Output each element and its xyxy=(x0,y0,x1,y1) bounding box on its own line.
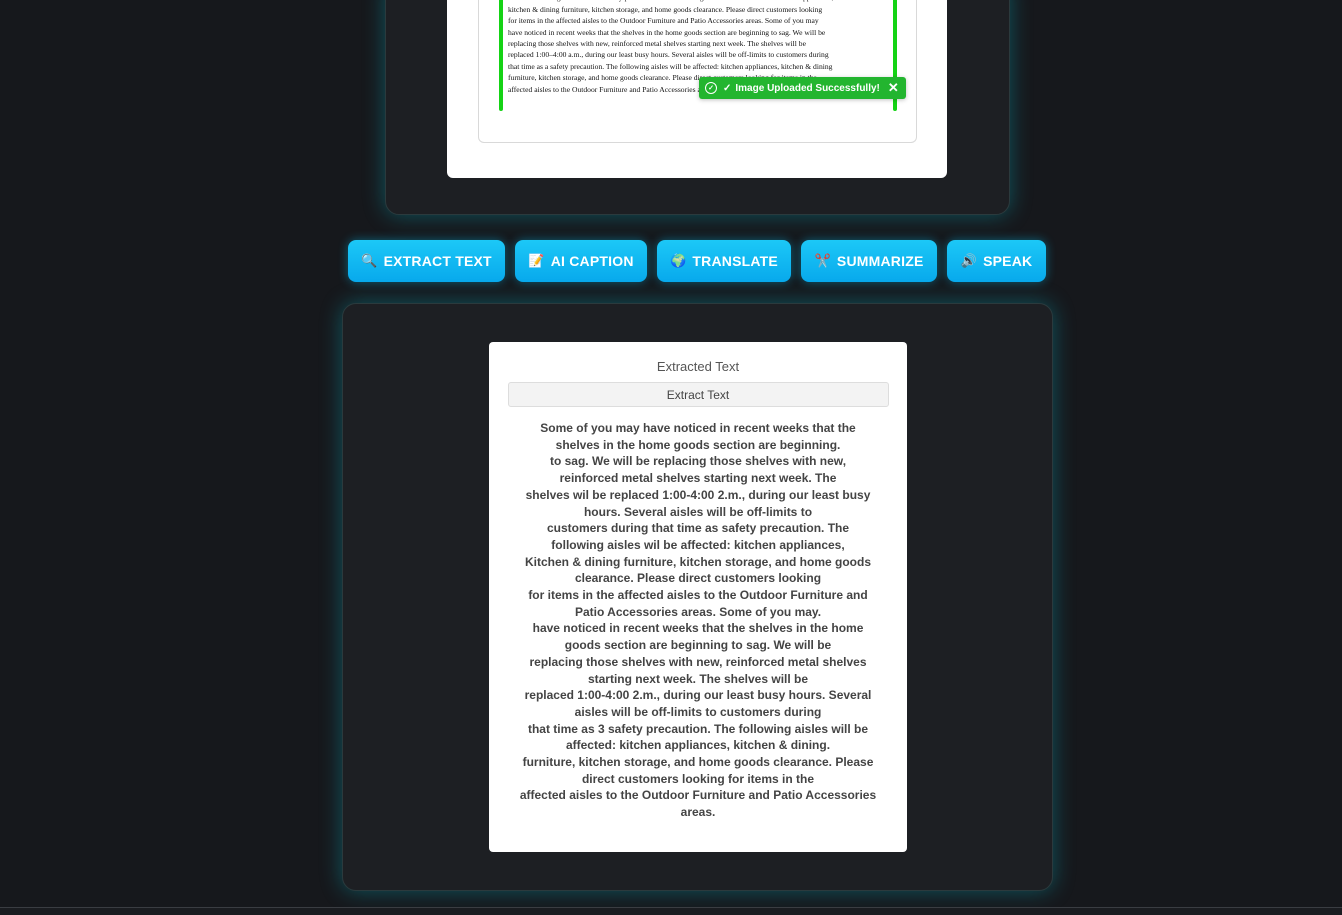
toast-message: Image Uploaded Successfully! xyxy=(735,82,880,94)
toast-close-icon[interactable]: ✕ xyxy=(888,80,899,96)
doc-line: have noticed in recent weeks that the sh… xyxy=(508,27,826,37)
scissors-icon: ✂️ xyxy=(814,253,831,268)
doc-line: kitchen & dining furniture, kitchen stor… xyxy=(508,4,823,14)
bottom-bar xyxy=(0,907,1342,915)
result-card: Extracted Text Extract Text Some of you … xyxy=(489,342,907,852)
doc-line: for items in the affected aisles to the … xyxy=(508,16,819,26)
upload-success-toast: ✓ ✓ Image Uploaded Successfully! ✕ xyxy=(699,77,906,99)
extracted-text-line: aisles will be off-limits to customers d… xyxy=(574,704,822,719)
extracted-text-line: replaced 1:00-4:00 2.m., during our leas… xyxy=(524,688,872,703)
extracted-text-line: direct customers looking for items in th… xyxy=(581,771,815,786)
extracted-text[interactable]: Some of you may have noticed in recent w… xyxy=(518,420,878,821)
ai-caption-label: AI CAPTION xyxy=(550,253,634,269)
extracted-text-line: shelves wil be replaced 1:00-4:00 2.m., … xyxy=(525,487,871,502)
extracted-text-line: Kitchen & dining furniture, kitchen stor… xyxy=(524,554,872,569)
extracted-text-line: to sag. We will be replacing those shelv… xyxy=(549,454,847,469)
extracted-text-line: Patio Accessories areas. Some of you may… xyxy=(574,604,822,619)
extracted-text-line: have noticed in recent weeks that the sh… xyxy=(532,621,864,636)
uploaded-image: shelves will be replaced 1:00–4:00 a.m.,… xyxy=(478,0,917,143)
extracted-text-line: affected: kitchen appliances, kitchen & … xyxy=(565,738,831,753)
extracted-text-line: Some of you may have noticed in recent w… xyxy=(540,421,856,435)
extracted-text-line: areas. xyxy=(680,805,716,820)
summarize-button[interactable]: ✂️ SUMMARIZE xyxy=(801,240,937,282)
extracted-text-line: starting next week. The shelves will be xyxy=(587,671,809,686)
extracted-text-line: shelves in the home goods section are be… xyxy=(555,437,841,452)
action-buttons: 🔍 EXTRACT TEXT 📝 AI CAPTION 🌍 TRANSLATE … xyxy=(348,240,1046,282)
translate-label: TRANSLATE xyxy=(692,253,778,269)
image-preview-panel: shelves will be replaced 1:00–4:00 a.m.,… xyxy=(385,0,1010,215)
summarize-label: SUMMARIZE xyxy=(836,253,924,269)
extracted-text-line: hours. Several aisles will be off-limits… xyxy=(583,504,813,519)
extracted-text-line: replacing those shelves with new, reinfo… xyxy=(529,654,867,669)
extracted-text-line: following aisles wil be affected: kitche… xyxy=(551,537,845,552)
doc-line: replaced 1:00–4:00 a.m., during our leas… xyxy=(508,50,829,60)
extracted-text-line: furniture, kitchen storage, and home goo… xyxy=(522,755,874,770)
doc-line: that time as a safety precaution. The fo… xyxy=(508,61,833,71)
extracted-text-line: goods section are beginning to sag. We w… xyxy=(564,638,832,653)
extracted-text-line: for items in the affected aisles to the … xyxy=(528,588,868,603)
check-icon: ✓ xyxy=(723,82,732,94)
globe-icon: 🌍 xyxy=(670,253,687,268)
speaker-icon: 🔊 xyxy=(960,253,978,268)
magnifier-icon: 🔍 xyxy=(361,253,378,268)
result-panel: Extracted Text Extract Text Some of you … xyxy=(342,303,1053,891)
ai-caption-button[interactable]: 📝 AI CAPTION xyxy=(515,240,647,282)
extracted-text-line: that time as 3 safety precaution. The fo… xyxy=(527,721,869,736)
extracted-text-line: clearance. Please direct customers looki… xyxy=(574,571,822,586)
scan-line-left xyxy=(499,0,503,111)
extract-text-button[interactable]: 🔍 EXTRACT TEXT xyxy=(348,240,505,282)
extract-text-tab[interactable]: Extract Text xyxy=(507,382,889,407)
success-circle-icon: ✓ xyxy=(705,82,717,94)
result-title: Extracted Text xyxy=(656,359,740,374)
extracted-text-line: reinforced metal shelves starting next w… xyxy=(559,471,837,486)
translate-button[interactable]: 🌍 TRANSLATE xyxy=(657,240,791,282)
extracted-text-line: affected aisles to the Outdoor Furniture… xyxy=(519,788,877,803)
extracted-text-line: customers during that time as safety pre… xyxy=(546,521,850,536)
extract-text-label: EXTRACT TEXT xyxy=(383,253,492,269)
speak-label: SPEAK xyxy=(983,253,1033,269)
doc-line: replacing those shelves with new, reinfo… xyxy=(508,39,806,49)
memo-icon: 📝 xyxy=(528,253,545,268)
speak-button[interactable]: 🔊 SPEAK xyxy=(947,240,1046,282)
